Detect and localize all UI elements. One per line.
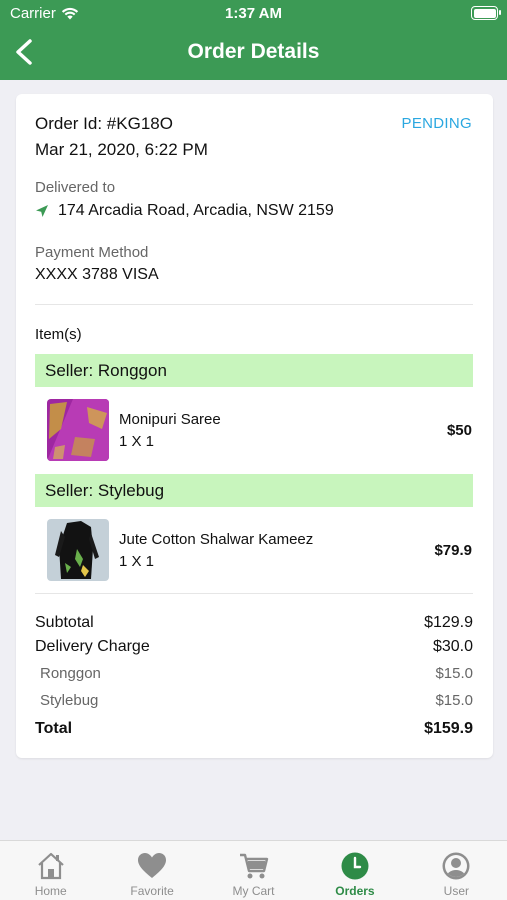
delivery-stylebug-label: Stylebug (40, 692, 99, 709)
user-icon (442, 852, 470, 880)
delivery-ronggon-label: Ronggon (40, 665, 101, 682)
order-id: Order Id: #KG18O (35, 114, 173, 133)
tab-my-cart[interactable]: My Cart (203, 841, 304, 900)
tab-label: User (443, 884, 469, 898)
order-status-badge: PENDING (401, 115, 472, 132)
address-text: 174 Arcadia Road, Arcadia, NSW 2159 (58, 202, 334, 219)
order-date: Mar 21, 2020, 6:22 PM (35, 140, 208, 159)
items-label: Item(s) (35, 326, 82, 343)
product-image-saree (47, 399, 109, 461)
tab-label: Favorite (130, 884, 174, 898)
cart-icon (239, 853, 268, 879)
tab-bar: Home Favorite My Cart Orders User (0, 840, 507, 900)
page-title: Order Details (187, 40, 320, 63)
delivery-address: 174 Arcadia Road, Arcadia, NSW 2159 (35, 202, 334, 220)
battery-icon (471, 6, 501, 20)
product-image-shalwar-kameez (47, 519, 109, 581)
heart-icon (138, 853, 167, 878)
item-name: Jute Cotton Shalwar Kameez (119, 531, 314, 548)
seller-header-stylebug: Seller: Stylebug (35, 474, 473, 507)
tab-favorite[interactable]: Favorite (101, 841, 202, 900)
tab-orders[interactable]: Orders (304, 841, 405, 900)
tab-label: Home (34, 884, 67, 898)
tab-label: Orders (335, 884, 375, 898)
tab-home[interactable]: Home (0, 841, 101, 900)
total-label: Total (35, 720, 73, 737)
delivery-charge-label: Delivery Charge (35, 638, 150, 655)
delivery-stylebug-row: Stylebug $15.0 (35, 692, 473, 709)
delivery-charge-row: Delivery Charge $30.0 (35, 638, 473, 656)
clock-icon (341, 852, 369, 880)
delivered-to-label: Delivered to (35, 179, 116, 196)
item-quantity: 1 X 1 (119, 433, 155, 450)
delivery-ronggon-row: Ronggon $15.0 (35, 665, 473, 682)
payment-method-label: Payment Method (35, 244, 149, 261)
subtotal-row: Subtotal $129.9 (35, 614, 473, 632)
delivery-stylebug-value: $15.0 (435, 692, 473, 709)
tab-user[interactable]: User (406, 841, 507, 900)
item-price: $50 (446, 422, 472, 439)
item-quantity: 1 X 1 (119, 553, 155, 570)
tab-label: My Cart (232, 884, 275, 898)
divider (35, 304, 473, 305)
location-arrow-icon (36, 205, 48, 217)
item-price: $79.9 (434, 542, 472, 559)
navigation-header: Carrier 1:37 AM Order Details (0, 0, 507, 80)
delivery-charge-value: $30.0 (432, 638, 473, 655)
item-name: Monipuri Saree (119, 411, 221, 428)
subtotal-value: $129.9 (424, 614, 473, 631)
seller-header-ronggon: Seller: Ronggon (35, 354, 473, 387)
status-time: 1:37 AM (225, 5, 282, 22)
home-icon (37, 852, 64, 880)
status-bar: Carrier 1:37 AM (0, 0, 507, 28)
order-details-card: Order Id: #KG18O Mar 21, 2020, 6:22 PM P… (16, 94, 493, 758)
total-row: Total $159.9 (35, 720, 473, 738)
total-value: $159.9 (424, 720, 473, 737)
subtotal-label: Subtotal (35, 614, 94, 631)
delivery-ronggon-value: $15.0 (435, 665, 473, 682)
divider (35, 593, 473, 594)
payment-method-value: XXXX 3788 VISA (35, 266, 159, 283)
